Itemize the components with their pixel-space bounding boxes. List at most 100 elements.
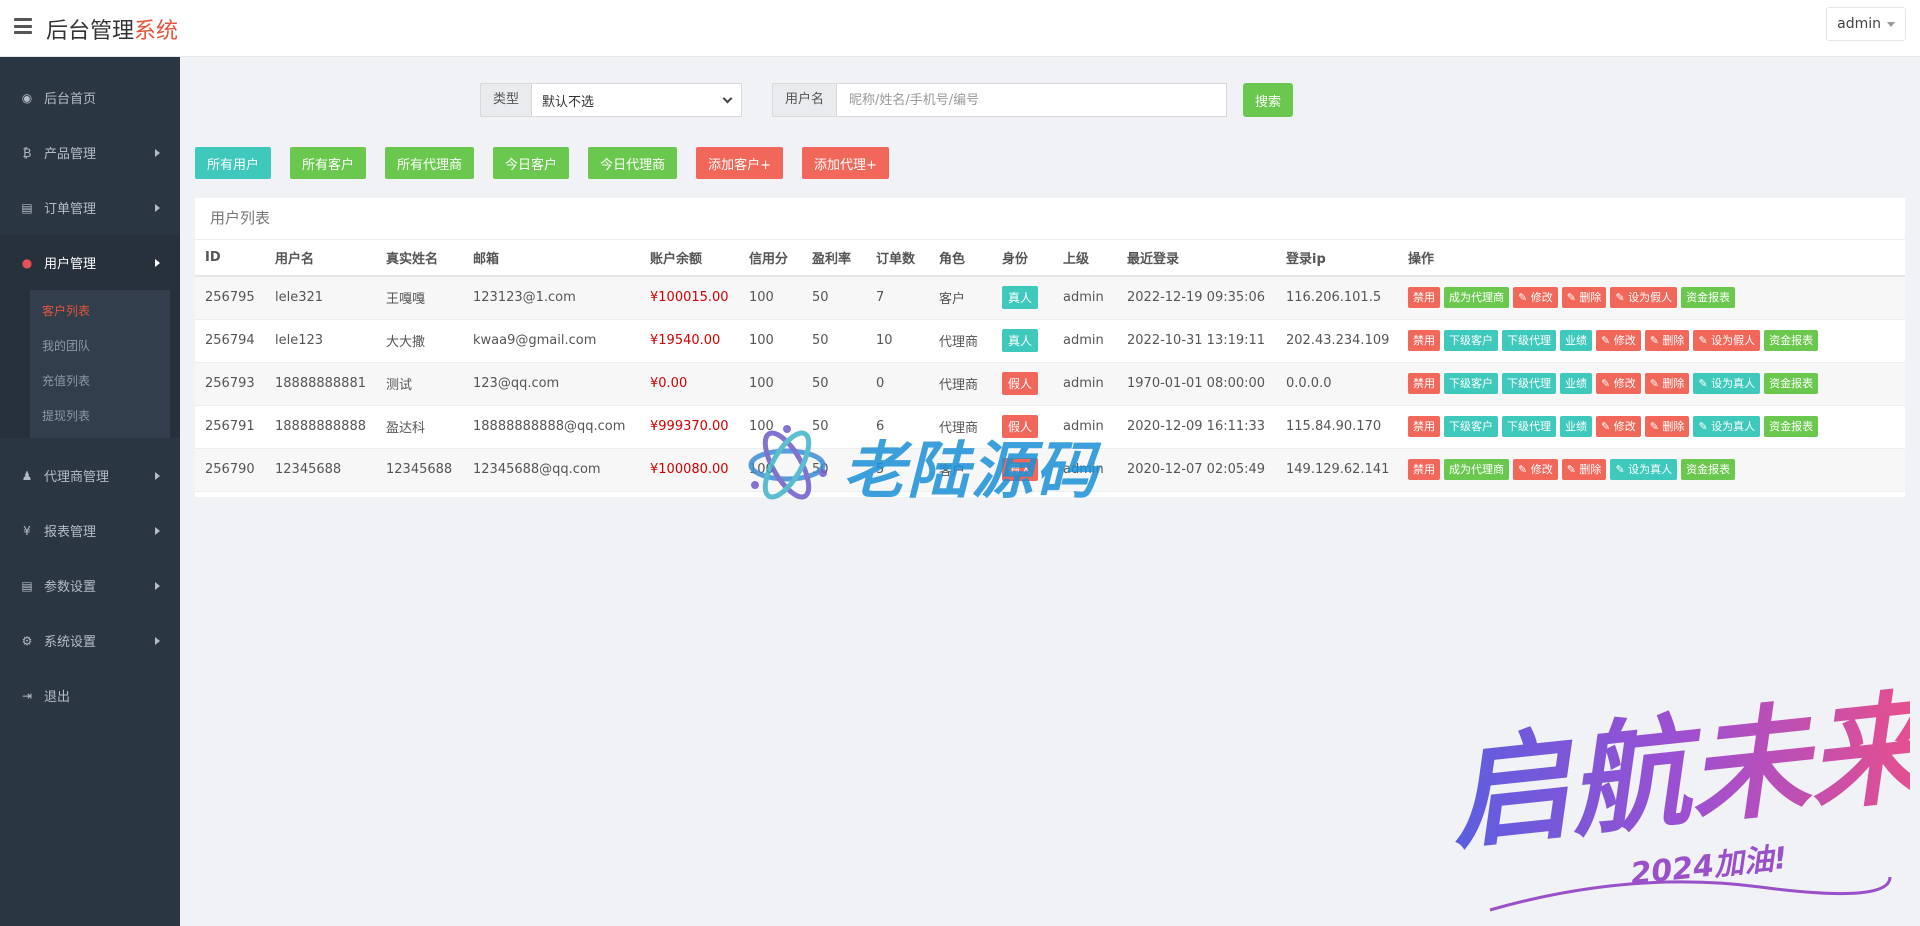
action-buttons: 禁用 成为代理商 ✎ 修改 ✎ 删除 ✎ 设为假人 资金报表 bbox=[1408, 287, 1905, 309]
action-button[interactable]: 禁用 bbox=[1408, 416, 1440, 437]
type-select[interactable]: 默认不选 bbox=[532, 83, 743, 117]
cell-email: 18888888888@qq.com bbox=[463, 405, 640, 449]
sign-out-icon: ⇥ bbox=[21, 688, 33, 703]
search-bar: 类型 默认不选 用户名 搜索 bbox=[480, 83, 1294, 117]
sidebar-item-6[interactable]: ▤ 参数设置 bbox=[0, 558, 180, 613]
cell-credit: 100 bbox=[739, 319, 802, 363]
action-button[interactable]: 资金报表 bbox=[1764, 330, 1819, 351]
menu-toggle-icon[interactable] bbox=[14, 18, 32, 34]
cell-email: 123123@1.com bbox=[463, 276, 640, 320]
action-button[interactable]: ✎ 设为假人 bbox=[1693, 330, 1761, 351]
submenu-item-1[interactable]: 我的团队 bbox=[30, 329, 170, 364]
sidebar-item-0[interactable]: ◉ 后台首页 bbox=[0, 70, 180, 125]
filter-button-1[interactable]: 所有客户 bbox=[290, 147, 367, 179]
sidebar-item-2[interactable]: ▤ 订单管理 bbox=[0, 180, 180, 235]
filter-button-2[interactable]: 所有代理商 bbox=[385, 147, 475, 179]
action-button[interactable]: ✎ 删除 bbox=[1561, 459, 1607, 480]
sidebar-item-label: 订单管理 bbox=[44, 202, 97, 217]
nav-group-1: ₿ 产品管理 bbox=[0, 125, 180, 180]
cell-balance: ¥999370.00 bbox=[640, 405, 739, 449]
user-icon: ● bbox=[21, 255, 33, 270]
chevron-right-icon bbox=[155, 203, 160, 212]
sidebar-item-4[interactable]: ♟ 代理商管理 bbox=[0, 448, 180, 503]
action-button[interactable]: 下级代理 bbox=[1502, 416, 1556, 437]
search-button[interactable]: 搜索 bbox=[1243, 83, 1294, 117]
cell-email: kwaa9@gmail.com bbox=[463, 319, 640, 363]
cell-parent: admin bbox=[1053, 362, 1117, 406]
action-button[interactable]: ✎ 删除 bbox=[1561, 287, 1607, 309]
action-button[interactable]: 业绩 bbox=[1560, 373, 1592, 394]
sidebar-item-8[interactable]: ⇥ 退出 bbox=[0, 668, 180, 723]
sidebar: ◉ 后台首页 ₿ 产品管理 ▤ 订单管理 ● 用户管理客户列表 我的团队 充值列表 提现列表 ♟ 代理商… bbox=[0, 57, 180, 926]
cell-parent: admin bbox=[1053, 319, 1117, 363]
action-button[interactable]: 成为代理商 bbox=[1444, 287, 1509, 309]
cell-actions: 禁用 成为代理商 ✎ 修改 ✎ 删除 ✎ 设为假人 资金报表 bbox=[1398, 276, 1905, 320]
action-button[interactable]: 业绩 bbox=[1560, 416, 1592, 437]
action-button[interactable]: 禁用 bbox=[1408, 373, 1440, 394]
action-button[interactable]: 业绩 bbox=[1560, 330, 1592, 351]
sidebar-item-1[interactable]: ₿ 产品管理 bbox=[0, 125, 180, 180]
filter-button-6[interactable]: 添加代理+ bbox=[801, 147, 889, 179]
action-button[interactable]: ✎ 修改 bbox=[1596, 416, 1641, 437]
action-button[interactable]: 下级代理 bbox=[1502, 330, 1556, 351]
cell-realname: 盈达科 bbox=[376, 405, 463, 449]
cell-realname: 测试 bbox=[376, 362, 463, 406]
sidebar-item-label: 报表管理 bbox=[44, 525, 97, 540]
cell-identity: 真人 bbox=[992, 319, 1053, 363]
cell-ip: 202.43.234.109 bbox=[1276, 319, 1398, 363]
sidebar-item-3[interactable]: ● 用户管理 bbox=[0, 235, 180, 290]
filter-button-3[interactable]: 今日客户 bbox=[493, 147, 570, 179]
cell-last-login: 2022-12-19 09:35:06 bbox=[1117, 276, 1276, 320]
cell-profit: 50 bbox=[802, 362, 866, 406]
username-search-input[interactable] bbox=[837, 83, 1228, 117]
action-button[interactable]: ✎ 设为假人 bbox=[1610, 287, 1678, 309]
filter-button-5[interactable]: 添加客户+ bbox=[696, 147, 783, 179]
sidebar-item-7[interactable]: ⚙ 系统设置 bbox=[0, 613, 180, 668]
user-dropdown[interactable]: admin bbox=[1826, 7, 1906, 41]
action-button[interactable]: ✎ 修改 bbox=[1513, 459, 1558, 480]
action-button[interactable]: 资金报表 bbox=[1764, 373, 1819, 394]
cell-email: 123@qq.com bbox=[463, 362, 640, 406]
cell-orders: 7 bbox=[866, 276, 929, 320]
cell-last-login: 2020-12-07 02:05:49 bbox=[1117, 448, 1276, 492]
action-button[interactable]: 资金报表 bbox=[1764, 416, 1819, 437]
action-button[interactable]: 下级客户 bbox=[1444, 416, 1498, 437]
action-button[interactable]: ✎ 修改 bbox=[1513, 287, 1558, 309]
action-button[interactable]: 禁用 bbox=[1408, 459, 1440, 480]
action-button[interactable]: ✎ 设为真人 bbox=[1693, 416, 1761, 437]
submenu-item-3[interactable]: 提现列表 bbox=[30, 399, 170, 434]
action-button[interactable]: ✎ 设为真人 bbox=[1610, 459, 1678, 480]
submenu-item-2[interactable]: 充值列表 bbox=[30, 364, 170, 399]
action-button[interactable]: ✎ 删除 bbox=[1644, 330, 1690, 351]
action-button[interactable]: ✎ 删除 bbox=[1644, 373, 1690, 394]
filter-button-0[interactable]: 所有用户 bbox=[195, 147, 272, 179]
action-button[interactable]: ✎ 设为真人 bbox=[1693, 373, 1761, 394]
sidebar-item-label: 代理商管理 bbox=[44, 470, 110, 485]
cell-ip: 0.0.0.0 bbox=[1276, 362, 1398, 406]
action-button[interactable]: 下级客户 bbox=[1444, 330, 1498, 351]
filter-button-4[interactable]: 今日代理商 bbox=[588, 147, 678, 179]
panel-title: 用户列表 bbox=[195, 198, 1905, 240]
action-button[interactable]: 资金报表 bbox=[1681, 459, 1736, 480]
chevron-down-icon bbox=[722, 93, 733, 103]
column-header: 最近登录 bbox=[1117, 240, 1276, 277]
action-button[interactable]: 成为代理商 bbox=[1444, 459, 1509, 480]
action-button[interactable]: ✎ 修改 bbox=[1596, 373, 1641, 394]
action-button[interactable]: 下级代理 bbox=[1502, 373, 1556, 394]
action-button[interactable]: ✎ 修改 bbox=[1596, 330, 1641, 351]
nav-group-7: ⚙ 系统设置 bbox=[0, 613, 180, 668]
cell-username: 12345688 bbox=[265, 448, 376, 492]
action-button[interactable]: 禁用 bbox=[1408, 287, 1440, 309]
cell-profit: 50 bbox=[802, 405, 866, 449]
sidebar-item-5[interactable]: ¥ 报表管理 bbox=[0, 503, 180, 558]
action-button[interactable]: 下级客户 bbox=[1444, 373, 1498, 394]
cell-role: 客户 bbox=[929, 448, 992, 492]
identity-badge: 真人 bbox=[1002, 329, 1039, 352]
submenu-item-0[interactable]: 客户列表 bbox=[30, 294, 170, 329]
cell-actions: 禁用 下级客户 下级代理 业绩 ✎ 修改 ✎ 删除 ✎ 设为真人 资金报表 bbox=[1398, 362, 1905, 406]
action-button[interactable]: 资金报表 bbox=[1681, 287, 1736, 309]
action-button[interactable]: 禁用 bbox=[1408, 330, 1440, 351]
cell-last-login: 2020-12-09 16:11:33 bbox=[1117, 405, 1276, 449]
users-icon: ♟ bbox=[21, 468, 33, 483]
action-button[interactable]: ✎ 删除 bbox=[1644, 416, 1690, 437]
